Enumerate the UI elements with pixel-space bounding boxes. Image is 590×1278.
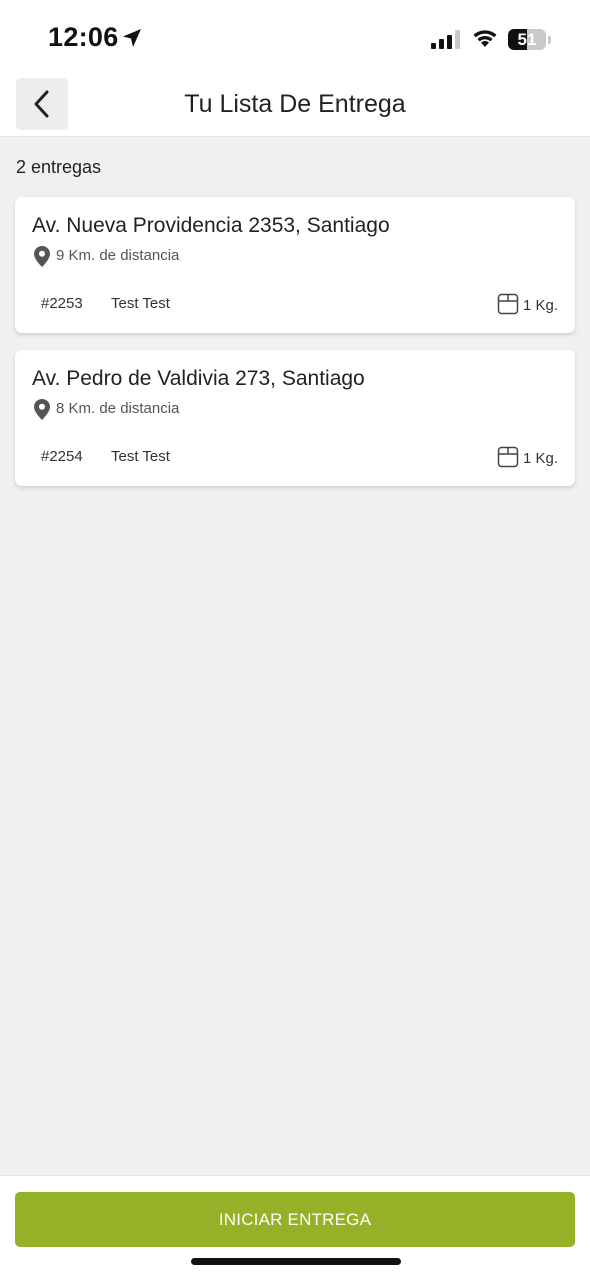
- status-time: 12:06: [48, 22, 119, 52]
- delivery-address: Av. Pedro de Valdivia 273, Santiago: [32, 367, 365, 390]
- delivery-distance: 8 Km. de distancia: [56, 400, 180, 417]
- battery-icon: 51: [508, 29, 546, 50]
- package-weight: 1 Kg.: [522, 450, 558, 467]
- map-pin-icon: [34, 399, 50, 420]
- delivery-card[interactable]: Av. Pedro de Valdivia 273, Santiago 8 Km…: [15, 350, 575, 486]
- header: Tu Lista De Entrega: [0, 78, 590, 137]
- start-delivery-button[interactable]: INICIAR ENTREGA: [15, 1192, 575, 1247]
- order-number: #2254: [41, 448, 83, 465]
- battery-percent: 51: [517, 30, 537, 49]
- package-icon: [497, 293, 519, 315]
- page-title: Tu Lista De Entrega: [184, 90, 406, 118]
- status-bar: 12:06 51: [0, 0, 590, 78]
- signal-icon: [431, 30, 460, 49]
- delivery-distance: 9 Km. de distancia: [56, 247, 180, 264]
- deliveries-count: 2 entregas: [16, 157, 102, 177]
- customer-name: Test Test: [111, 448, 170, 465]
- package-icon: [497, 446, 519, 468]
- battery-cap: [548, 36, 551, 44]
- customer-name: Test Test: [111, 295, 170, 312]
- delivery-address: Av. Nueva Providencia 2353, Santiago: [32, 214, 390, 237]
- footer: INICIAR ENTREGA: [0, 1175, 590, 1278]
- order-number: #2253: [41, 295, 83, 312]
- package-weight: 1 Kg.: [522, 297, 558, 314]
- location-arrow-icon: [123, 29, 141, 47]
- wifi-icon: [473, 30, 497, 47]
- home-indicator[interactable]: [191, 1258, 401, 1265]
- map-pin-icon: [34, 246, 50, 267]
- delivery-card[interactable]: Av. Nueva Providencia 2353, Santiago 9 K…: [15, 197, 575, 333]
